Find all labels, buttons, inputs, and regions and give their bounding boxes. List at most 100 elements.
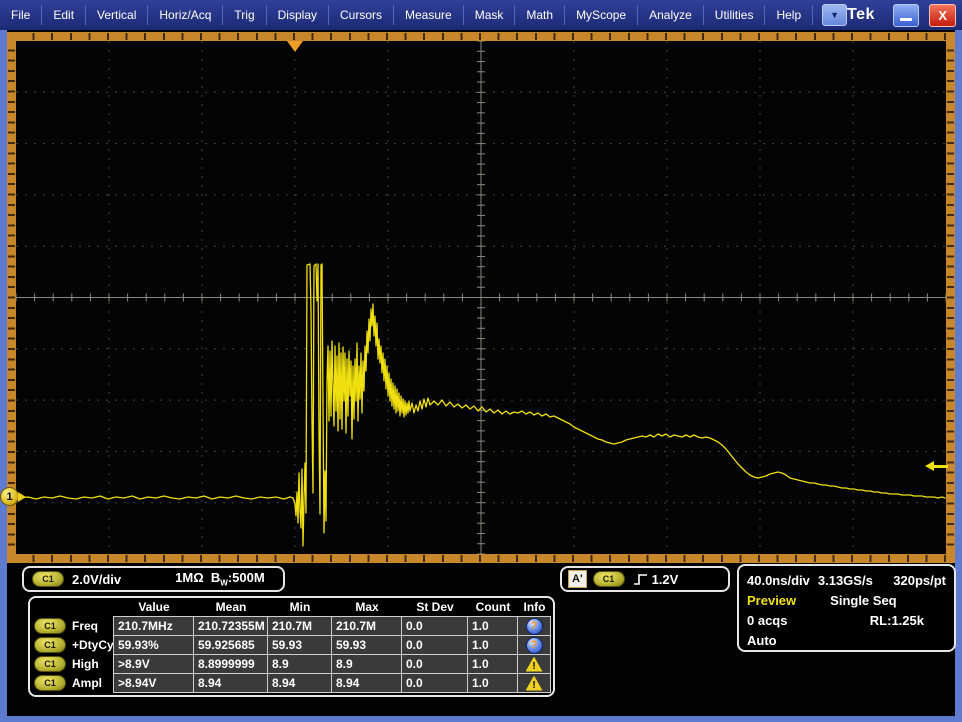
menu-math[interactable]: Math bbox=[515, 0, 564, 30]
info-warning-icon[interactable]: ! bbox=[526, 676, 543, 691]
menu-separator bbox=[812, 5, 813, 25]
graticule-display bbox=[16, 41, 946, 554]
measurement-info-cell: ? bbox=[517, 635, 551, 655]
measurement-stdev: 0.0 bbox=[401, 654, 468, 674]
input-impedance: 1MΩ BW:500M bbox=[175, 570, 265, 588]
column-header-st-dev: St Dev bbox=[402, 599, 468, 616]
waveform-plot bbox=[16, 41, 946, 554]
measurement-mean: 8.94 bbox=[193, 673, 268, 693]
channel1-position-marker[interactable]: 1 bbox=[0, 487, 26, 506]
minimize-button[interactable] bbox=[893, 4, 920, 27]
frame-ticks-right bbox=[947, 41, 954, 554]
measurement-table: ValueMeanMinMaxSt DevCountInfo C1 Freq 210… bbox=[28, 596, 555, 697]
menu-help[interactable]: Help bbox=[765, 0, 812, 30]
channel1-marker-number: 1 bbox=[0, 487, 19, 506]
column-header-mean: Mean bbox=[194, 599, 268, 616]
acquisition-mode: Single Seq bbox=[830, 593, 896, 608]
menu-measure[interactable]: Measure bbox=[394, 0, 463, 30]
preview-status: Preview bbox=[747, 593, 796, 608]
measurement-header-blank bbox=[32, 599, 114, 616]
sample-rate: 3.13GS/s bbox=[818, 573, 873, 588]
measurement-row-high: C1High>8.9V8.89999998.98.90.01.0! bbox=[32, 654, 551, 673]
measurement-header-row: ValueMeanMinMaxSt DevCountInfo bbox=[32, 599, 551, 616]
measurement-value: >8.9V bbox=[113, 654, 194, 674]
info-question-icon[interactable]: ? bbox=[526, 618, 543, 635]
trigger-position-marker[interactable] bbox=[287, 41, 303, 52]
menu-myscope[interactable]: MyScope bbox=[565, 0, 637, 30]
measurement-label: C1Ampl bbox=[32, 673, 114, 692]
measurement-min: 8.94 bbox=[267, 673, 332, 693]
measurement-label: C1+DtyCyc bbox=[32, 635, 114, 654]
tek-logo: Tek bbox=[847, 6, 875, 24]
menu-vertical[interactable]: Vertical bbox=[86, 0, 147, 30]
measurement-stdev: 0.0 bbox=[401, 616, 468, 636]
info-question-icon[interactable]: ? bbox=[526, 637, 543, 654]
menu-dropdown-button[interactable]: ▼ bbox=[822, 4, 847, 26]
measurement-count: 1.0 bbox=[467, 635, 518, 655]
timebase: 40.0ns/div bbox=[747, 573, 810, 588]
trigger-readout[interactable]: A' C1 1.2V bbox=[560, 566, 730, 592]
measurement-info-cell: ! bbox=[517, 673, 551, 693]
channel-readout[interactable]: C1 2.0V/div 1MΩ BW:500M bbox=[22, 566, 285, 592]
trigger-level-arrow-bar bbox=[934, 465, 948, 468]
measurement-min: 8.9 bbox=[267, 654, 332, 674]
menu-items: FileEditVerticalHoriz/AcqTrigDisplayCurs… bbox=[0, 0, 813, 30]
measurement-value: >8.94V bbox=[113, 673, 194, 693]
measurement-mean: 8.8999999 bbox=[193, 654, 268, 674]
measurement-max: 210.7M bbox=[331, 616, 402, 636]
menu-bar: FileEditVerticalHoriz/AcqTrigDisplayCurs… bbox=[0, 0, 962, 30]
measurement-mean: 210.72355M bbox=[193, 616, 268, 636]
menu-horiz-acq[interactable]: Horiz/Acq bbox=[148, 0, 222, 30]
menu-file[interactable]: File bbox=[0, 0, 41, 30]
trigger-level: 1.2V bbox=[652, 572, 679, 587]
measurement-name: Freq bbox=[72, 619, 98, 633]
measurement-min: 210.7M bbox=[267, 616, 332, 636]
measurement-mean: 59.925685 bbox=[193, 635, 268, 655]
trigger-level-arrow-icon bbox=[925, 461, 934, 471]
measurement-name: High bbox=[72, 657, 99, 671]
menu-display[interactable]: Display bbox=[267, 0, 328, 30]
rising-edge-icon bbox=[633, 572, 648, 587]
measurement-max: 59.93 bbox=[331, 635, 402, 655]
channel-badge: C1 bbox=[34, 675, 66, 691]
menu-utilities[interactable]: Utilities bbox=[704, 0, 765, 30]
bandwidth-readout: BW:500M bbox=[211, 570, 265, 585]
record-length: RL:1.25k bbox=[870, 613, 924, 628]
graticule-frame bbox=[7, 32, 955, 563]
frame-ticks-left bbox=[8, 41, 15, 554]
readout-panel: C1 2.0V/div 1MΩ BW:500M A' C1 1.2V 40.0n… bbox=[7, 563, 955, 716]
menu-cursors[interactable]: Cursors bbox=[329, 0, 393, 30]
column-header-count: Count bbox=[468, 599, 518, 616]
frame-ticks-top bbox=[16, 33, 946, 40]
menu-trig[interactable]: Trig bbox=[223, 0, 265, 30]
measurement-count: 1.0 bbox=[467, 673, 518, 693]
measurement-row--dtycyc: C1+DtyCyc59.93%59.92568559.9359.930.01.0… bbox=[32, 635, 551, 654]
measurement-row-freq: C1Freq210.7MHz210.72355M210.7M210.7M0.01… bbox=[32, 616, 551, 635]
channel1-marker-arrow-icon bbox=[18, 492, 26, 502]
measurement-stdev: 0.0 bbox=[401, 635, 468, 655]
column-header-max: Max bbox=[332, 599, 402, 616]
channel-badge: C1 bbox=[34, 618, 66, 634]
trigger-channel-badge: C1 bbox=[593, 571, 625, 587]
trigger-source-badge: A' bbox=[568, 570, 587, 588]
channel-badge: C1 bbox=[34, 656, 66, 672]
close-button[interactable]: X bbox=[929, 4, 956, 27]
waveform-trace bbox=[20, 264, 945, 546]
oscilloscope-window: FileEditVerticalHoriz/AcqTrigDisplayCurs… bbox=[0, 0, 962, 722]
column-header-min: Min bbox=[268, 599, 332, 616]
measurement-row-ampl: C1Ampl>8.94V8.948.948.940.01.0! bbox=[32, 673, 551, 692]
chevron-down-icon: ▼ bbox=[830, 10, 839, 20]
info-warning-icon[interactable]: ! bbox=[526, 657, 543, 672]
channel-badge: C1 bbox=[34, 637, 66, 653]
menu-mask[interactable]: Mask bbox=[464, 0, 515, 30]
menu-edit[interactable]: Edit bbox=[42, 0, 85, 30]
menu-analyze[interactable]: Analyze bbox=[638, 0, 703, 30]
horizontal-readout[interactable]: 40.0ns/div 3.13GS/s 320ps/pt Preview Sin… bbox=[737, 564, 956, 652]
acquisition-count: 0 acqs bbox=[747, 613, 787, 628]
measurement-min: 59.93 bbox=[267, 635, 332, 655]
measurement-info-cell: ? bbox=[517, 616, 551, 636]
trigger-level-marker[interactable] bbox=[925, 461, 948, 471]
vertical-scale: 2.0V/div bbox=[72, 572, 121, 587]
measurement-value: 210.7MHz bbox=[113, 616, 194, 636]
measurement-value: 59.93% bbox=[113, 635, 194, 655]
